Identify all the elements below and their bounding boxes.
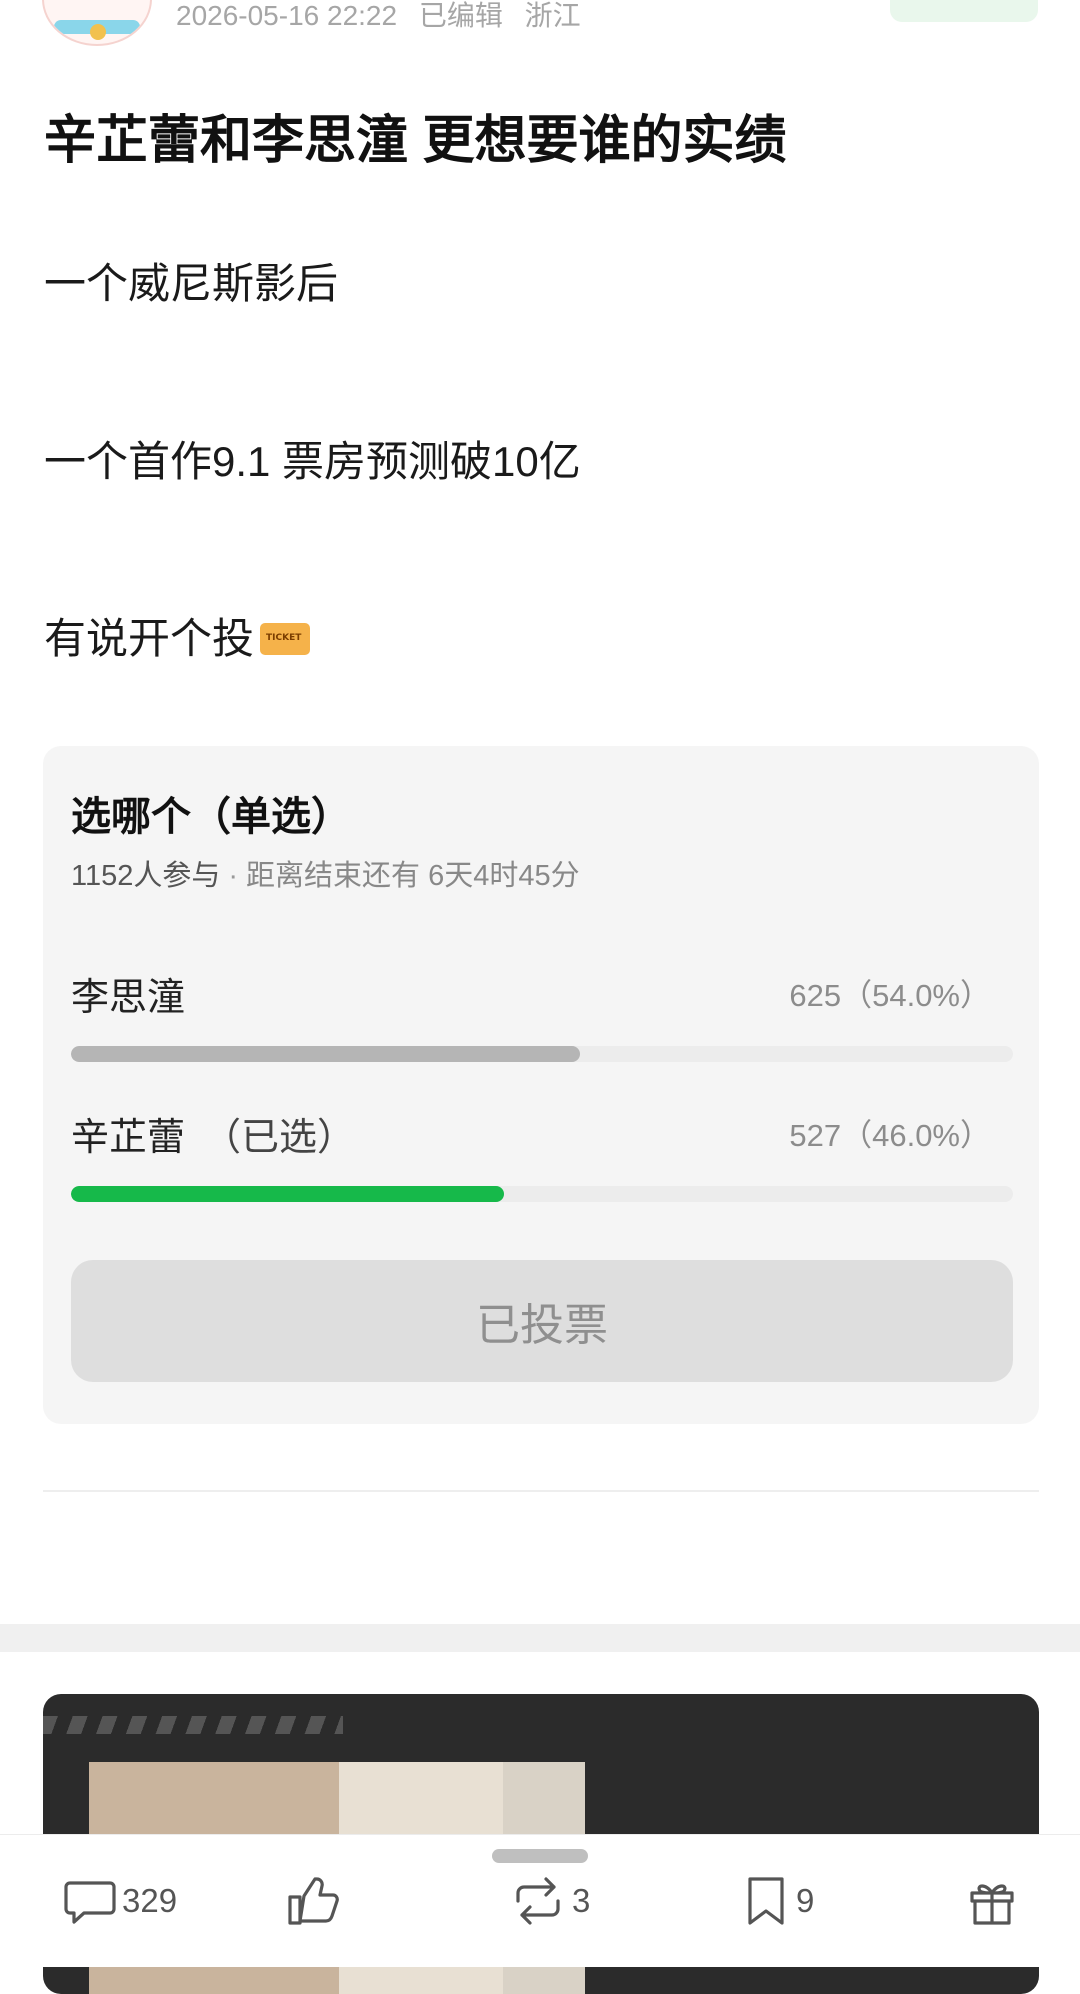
poll-option-bar-fill (71, 1046, 580, 1062)
repost-icon (508, 1871, 568, 1931)
poll-option-count: 625（54.0%） (789, 978, 991, 1013)
comment-count: 329 (122, 1882, 178, 1919)
gift-button[interactable] (962, 1869, 1022, 1933)
poll-title: 选哪个（单选） (71, 795, 351, 839)
poll-option-bar-track (71, 1046, 1013, 1062)
repost-button[interactable]: 3 (508, 1869, 590, 1933)
film-stripe-decoration (43, 1716, 343, 1734)
post-meta: 2026-05-16 22:22 已编辑 浙江 (176, 0, 595, 34)
poll-card: 选哪个（单选） 1152人参与 · 距离结束还有 6天4时45分 李思潼 625（5… (43, 746, 1039, 1424)
avatar-bell (90, 24, 106, 40)
poll-option-bar-track (71, 1186, 1013, 1202)
post-line-2: 一个首作9.1 票房预测破10亿 (44, 438, 581, 485)
thumbs-up-icon (284, 1871, 344, 1931)
post-datetime: 2026-05-16 22:22 (176, 0, 398, 31)
post-line-3: 有说开个投 (44, 605, 311, 666)
comment-icon (62, 1873, 118, 1929)
favorite-count: 9 (796, 1882, 815, 1919)
bookmark-icon (740, 1871, 792, 1931)
poll-meta: 1152人参与 · 距离结束还有 6天4时45分 (71, 852, 580, 894)
follow-button[interactable] (890, 0, 1038, 22)
repost-count: 3 (572, 1882, 591, 1919)
favorite-button[interactable]: 9 (740, 1869, 814, 1933)
like-button[interactable] (284, 1869, 344, 1933)
poll-option-selected-label: （已选） (203, 1117, 356, 1159)
poll-meta-separator: · (228, 860, 239, 892)
comment-button[interactable]: 329 (62, 1869, 177, 1933)
ticket-emoji-icon (260, 623, 311, 655)
drag-handle[interactable] (492, 1849, 588, 1863)
post-edited-label: 已编辑 (418, 0, 503, 31)
author-avatar[interactable] (42, 0, 152, 46)
post-location: 浙江 (524, 0, 581, 31)
post-line-3-text: 有说开个投 (44, 615, 255, 662)
poll-option-name-row: 辛芷蕾 （已选） (71, 1106, 355, 1161)
poll-option-bar-fill (71, 1186, 505, 1202)
bottom-action-bar: 329 3 9 (0, 1834, 1080, 1967)
gift-icon (962, 1871, 1022, 1931)
post-title: 辛芷蕾和李思潼 更想要谁的实绩 (44, 112, 787, 170)
post-line-1: 一个威尼斯影后 (44, 260, 339, 307)
poll-option-name: 李思潼 (71, 977, 186, 1019)
poll-participants: 1152人参与 (71, 860, 221, 892)
section-gap (0, 1624, 1080, 1652)
poll-option-name: 辛芷蕾 (71, 1117, 186, 1159)
voted-button[interactable]: 已投票 (71, 1260, 1013, 1382)
content-divider (43, 1490, 1039, 1492)
poll-remaining-time: 距离结束还有 6天4时45分 (246, 860, 580, 892)
poll-option-count: 527（46.0%） (789, 1118, 991, 1153)
